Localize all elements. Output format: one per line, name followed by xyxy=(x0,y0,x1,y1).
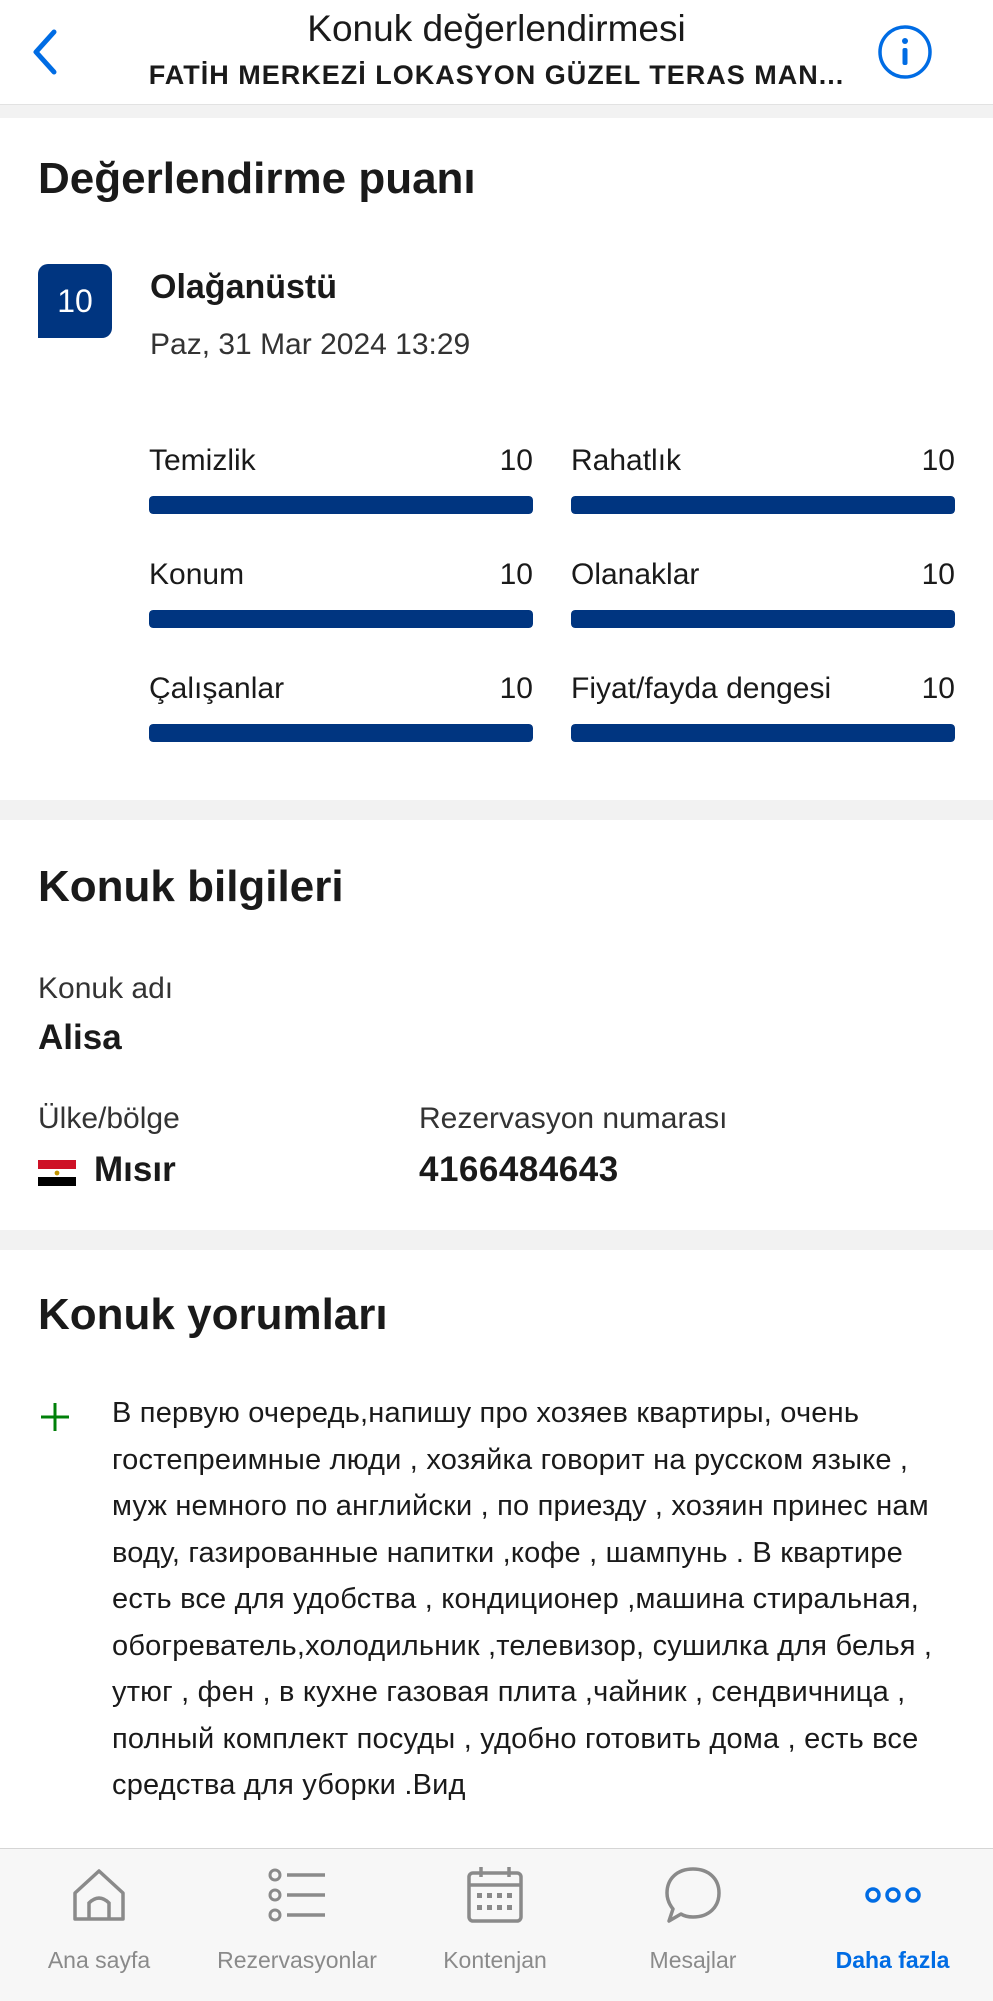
review-date: Paz, 31 Mar 2024 13:29 xyxy=(150,328,471,361)
score-section: Değerlendirme puanı 10 Olağanüstü Paz, 3… xyxy=(0,118,993,800)
chat-icon xyxy=(665,1867,721,1923)
sub-score-value: 10 xyxy=(921,672,955,705)
sub-score-bar xyxy=(149,496,533,514)
guest-reviews-section: Konuk yorumları В первую очередь,напишу … xyxy=(0,1250,993,1850)
tab-label: Rezervasyonlar xyxy=(217,1947,377,1973)
info-button[interactable] xyxy=(877,24,933,80)
back-button[interactable] xyxy=(22,22,68,82)
tab-label: Mesajlar xyxy=(649,1947,737,1973)
sub-score-bar xyxy=(571,610,955,628)
positive-review-text: В первую очередь,напишу про хозяев кварт… xyxy=(112,1397,933,1801)
sub-score-value: 10 xyxy=(499,672,533,705)
sub-score-bar-fill xyxy=(149,724,533,742)
bottom-tab-bar: Ana sayfa Rezervasyonlar Kontenjan Mesaj… xyxy=(0,1848,993,2001)
plus-icon xyxy=(41,1403,69,1431)
property-name: FATİH MERKEZİ LOKASYON GÜZEL TERAS MAN..… xyxy=(148,60,845,90)
sub-score-value: 10 xyxy=(499,558,533,591)
page-title: Konuk değerlendirmesi xyxy=(307,8,686,49)
score-label: Olağanüstü xyxy=(150,268,338,306)
score-heading: Değerlendirme puanı xyxy=(38,154,476,203)
home-icon xyxy=(73,1869,125,1921)
tab-more[interactable]: Daha fazla xyxy=(792,1849,993,2001)
country-label: Ülke/bölge xyxy=(38,1102,180,1135)
tab-availability[interactable]: Kontenjan xyxy=(396,1849,594,2001)
sub-score-label: Konum xyxy=(149,558,245,591)
list-icon xyxy=(268,1868,325,1922)
sub-score-bar-fill xyxy=(149,610,533,628)
sub-score-bar-fill xyxy=(571,610,955,628)
guest-info-section: Konuk bilgileri Konuk adı Alisa Ülke/böl… xyxy=(0,820,993,1230)
tab-label: Kontenjan xyxy=(443,1947,547,1973)
sub-score-label: Olanaklar xyxy=(571,558,700,591)
overall-score-badge: 10 xyxy=(38,264,112,338)
sub-score-facilities: Olanaklar 10 xyxy=(571,558,955,638)
sub-score-value: 10 xyxy=(921,444,955,477)
guest-country: Mısır xyxy=(94,1150,176,1189)
egypt-flag-icon xyxy=(38,1160,76,1186)
reservation-number[interactable]: 4166484643 xyxy=(419,1150,619,1190)
sub-score-value-for-money: Fiyat/fayda dengesi 10 xyxy=(571,672,955,752)
tab-label: Ana sayfa xyxy=(47,1947,151,1973)
tab-reservations[interactable]: Rezervasyonlar xyxy=(198,1849,396,2001)
sub-score-comfort: Rahatlık 10 xyxy=(571,444,955,524)
sub-score-staff: Çalışanlar 10 xyxy=(149,672,533,752)
tab-label: Daha fazla xyxy=(835,1947,950,1973)
calendar-icon xyxy=(467,1867,523,1923)
tab-messages[interactable]: Mesajlar xyxy=(594,1849,792,2001)
sub-score-bar-fill xyxy=(571,496,955,514)
sub-score-bar-fill xyxy=(149,496,533,514)
sub-score-label: Rahatlık xyxy=(571,444,682,477)
sub-score-label: Çalışanlar xyxy=(149,672,285,705)
chevron-left-icon xyxy=(33,29,57,75)
guest-name-label: Konuk adı xyxy=(38,972,174,1005)
sub-score-location: Konum 10 xyxy=(149,558,533,638)
info-icon xyxy=(878,25,932,79)
sub-score-bar-fill xyxy=(571,724,955,742)
sub-score-label: Fiyat/fayda dengesi xyxy=(571,672,832,705)
tab-home[interactable]: Ana sayfa xyxy=(0,1849,198,2001)
sub-score-bar xyxy=(149,610,533,628)
sub-score-label: Temizlik xyxy=(149,444,256,477)
guest-reviews-heading: Konuk yorumları xyxy=(38,1290,388,1339)
sub-score-value: 10 xyxy=(921,558,955,591)
sub-score-bar xyxy=(149,724,533,742)
more-icon xyxy=(864,1887,921,1903)
sub-score-bar xyxy=(571,724,955,742)
sub-score-bar xyxy=(571,496,955,514)
top-bar: Konuk değerlendirmesi FATİH MERKEZİ LOKA… xyxy=(0,0,993,105)
sub-score-cleanliness: Temizlik 10 xyxy=(149,444,533,524)
sub-score-value: 10 xyxy=(499,444,533,477)
guest-info-heading: Konuk bilgileri xyxy=(38,862,344,911)
guest-name: Alisa xyxy=(38,1018,122,1057)
reservation-number-label: Rezervasyon numarası xyxy=(419,1102,728,1135)
